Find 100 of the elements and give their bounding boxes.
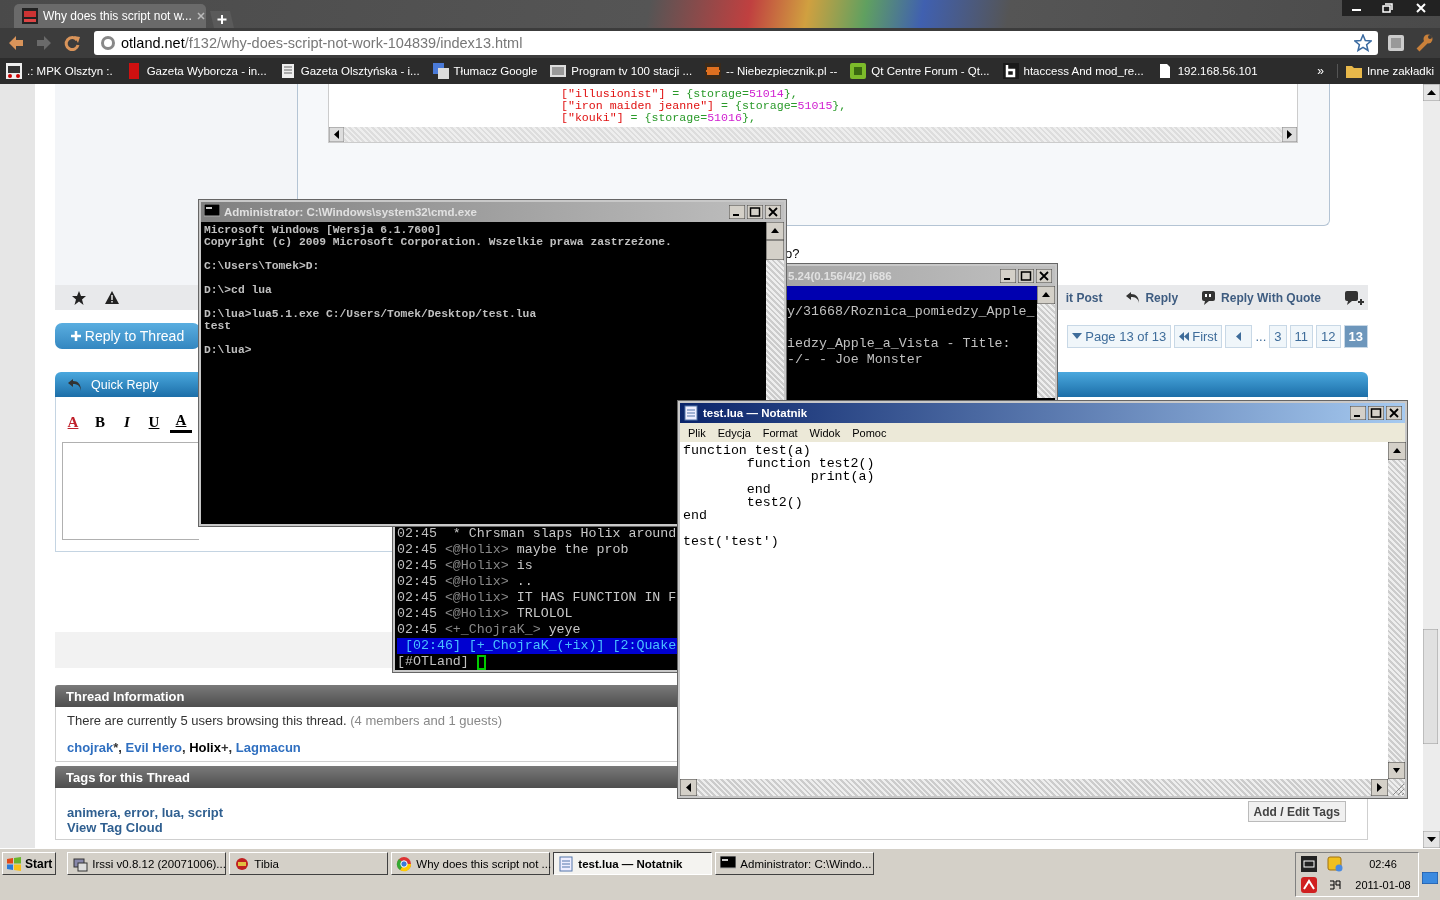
menu-item[interactable]: Format bbox=[762, 426, 798, 439]
console-line: Microsoft Windows [Wersja 6.1.7600] bbox=[204, 224, 442, 236]
chat-line: 02:45 <@Holix> TRLOLOL bbox=[397, 606, 574, 622]
taskbar-button[interactable]: test.lua — Notatnik bbox=[553, 852, 713, 875]
taskbar-button[interactable]: Why does this script not ... bbox=[391, 852, 551, 875]
user-link[interactable]: chojrak bbox=[67, 740, 114, 755]
url-text: otland.net/f132/why-does-script-not-work-104839/index13.html bbox=[121, 35, 524, 51]
windows-logo-icon bbox=[6, 855, 22, 872]
keyboard-layout-icon[interactable] bbox=[1329, 879, 1341, 892]
scroll-up-icon[interactable] bbox=[766, 222, 784, 240]
bookmark[interactable]: Gazeta Olsztyńska - i... bbox=[279, 63, 420, 79]
new-tab-icon[interactable] bbox=[210, 11, 234, 28]
post-action-link[interactable]: it Post bbox=[1065, 290, 1108, 305]
star-icon[interactable] bbox=[71, 289, 87, 306]
close-icon[interactable] bbox=[1402, 0, 1440, 16]
console-line: D:\lua> bbox=[204, 344, 252, 356]
ellipsis: ... bbox=[1255, 328, 1267, 344]
bookmark-folder[interactable]: Inne zakładki bbox=[1336, 64, 1434, 78]
scroll-up-icon[interactable] bbox=[1037, 286, 1055, 304]
tag-link[interactable]: lua bbox=[161, 805, 181, 820]
post-action-link[interactable]: Reply bbox=[1125, 290, 1184, 305]
minimize-icon[interactable] bbox=[1342, 0, 1372, 16]
scroll-down-icon[interactable] bbox=[1388, 762, 1405, 779]
format-button[interactable]: A bbox=[62, 411, 84, 433]
console-line: C:\Users\Tomek>D: bbox=[204, 260, 320, 272]
post-action-link[interactable]: Reply With Quote bbox=[1201, 290, 1326, 305]
multi-quote-icon[interactable] bbox=[1344, 289, 1364, 306]
bookmark[interactable]: Program tv 100 stacji ... bbox=[550, 63, 693, 79]
user-link[interactable]: Evil Hero bbox=[125, 740, 182, 755]
bookmark[interactable]: Tłumacz Google bbox=[432, 63, 538, 79]
tag-link[interactable]: script bbox=[187, 805, 224, 820]
bookmark[interactable]: Gazeta Wyborcza - in... bbox=[125, 63, 267, 79]
antivirus-icon[interactable] bbox=[1301, 877, 1317, 894]
scroll-up-icon[interactable] bbox=[1423, 84, 1440, 101]
bookmark-icon bbox=[6, 63, 22, 79]
bookmark-icon bbox=[550, 63, 567, 79]
menu-item[interactable]: Pomoc bbox=[852, 426, 887, 439]
close-icon[interactable] bbox=[1386, 406, 1402, 420]
scroll-down-icon[interactable] bbox=[1423, 831, 1440, 848]
tag-link[interactable]: animera bbox=[67, 805, 117, 820]
tag-cloud-link[interactable]: View Tag Cloud bbox=[67, 820, 224, 835]
warning-icon[interactable] bbox=[105, 291, 119, 304]
bookmark[interactable]: 192.168.56.101 bbox=[1156, 63, 1258, 79]
browser-tab[interactable]: Why does this script not w... bbox=[14, 4, 206, 28]
address-bar[interactable]: otland.net/f132/why-does-script-not-work-104839/index13.html bbox=[94, 31, 1378, 55]
overflow-chevron[interactable]: » bbox=[1317, 64, 1324, 78]
page-link[interactable]: 11 bbox=[1289, 324, 1314, 348]
separator-text: , bbox=[116, 805, 122, 820]
page-selector[interactable]: Page 13 of 13 bbox=[1067, 324, 1172, 348]
code-line: ["illusionist"] = {storage=51014}, bbox=[561, 88, 799, 100]
taskbar-button[interactable]: Tibia bbox=[229, 852, 389, 875]
star-icon[interactable] bbox=[1354, 34, 1372, 52]
bookmark[interactable]: htaccess And mod_re... bbox=[1002, 63, 1144, 79]
bookmark-icon bbox=[279, 63, 296, 79]
chat-line: iedzy_Apple_a_Vista - Title: bbox=[787, 336, 1012, 352]
tag-link[interactable]: error bbox=[124, 805, 155, 820]
page-link[interactable]: 12 bbox=[1316, 324, 1341, 348]
message-field[interactable] bbox=[62, 442, 199, 540]
reply-icon bbox=[67, 377, 83, 392]
format-button[interactable]: B bbox=[89, 411, 111, 433]
maximize-icon[interactable] bbox=[1368, 406, 1384, 420]
reload-icon[interactable] bbox=[62, 33, 82, 53]
tibia-icon bbox=[234, 855, 251, 872]
bookmark[interactable]: Qt Centre Forum - Qt... bbox=[850, 63, 990, 79]
bookmark[interactable]: .: MPK Olsztyn :. bbox=[6, 63, 113, 79]
separator-text: , bbox=[154, 805, 160, 820]
browser-icon bbox=[396, 855, 413, 872]
edit-tags-button[interactable]: Add / Edit Tags bbox=[1247, 801, 1346, 822]
format-button[interactable]: U bbox=[143, 411, 165, 433]
wrench-icon[interactable] bbox=[1414, 33, 1434, 53]
bookmark[interactable]: -- Niebezpiecznik.pl -- bbox=[705, 63, 838, 79]
taskbar-button[interactable]: Administrator: C:\Windo... bbox=[715, 852, 875, 875]
user-link[interactable]: Lagmacun bbox=[235, 740, 301, 755]
console-line: test bbox=[204, 320, 232, 332]
console-line: D:\lua>lua5.1.exe C:/Users/Tomek/Desktop/test.lua bbox=[204, 308, 537, 320]
scroll-up-icon[interactable] bbox=[1388, 442, 1406, 460]
scroll-right-icon[interactable] bbox=[1371, 779, 1388, 796]
page-action-icon[interactable] bbox=[1386, 33, 1406, 53]
first-page-link[interactable]: First bbox=[1174, 324, 1223, 348]
scroll-thumb-icon[interactable] bbox=[766, 240, 784, 260]
bookmark-icon bbox=[850, 63, 867, 79]
menu-item[interactable]: Plik bbox=[688, 426, 706, 439]
plus-icon bbox=[70, 331, 81, 341]
text-cursor bbox=[476, 654, 486, 670]
minimize-icon[interactable] bbox=[1350, 406, 1366, 420]
scroll-right-icon[interactable] bbox=[1282, 127, 1297, 142]
page-link[interactable]: 3 bbox=[1269, 324, 1287, 348]
scroll-left-icon[interactable] bbox=[329, 127, 344, 142]
taskbar-button[interactable]: Irssi v0.8.12 (20071006)... bbox=[67, 852, 227, 875]
menu-item[interactable]: Widok bbox=[809, 426, 841, 439]
window-title: test.lua — Notatnik bbox=[703, 407, 809, 419]
format-button[interactable]: A bbox=[170, 411, 192, 433]
tray-app-icon[interactable] bbox=[1301, 855, 1317, 872]
separator-text: , bbox=[181, 740, 187, 755]
menu-item[interactable]: Edycja bbox=[717, 426, 751, 439]
previous-page-button[interactable] bbox=[1225, 324, 1253, 348]
start-button[interactable]: Start bbox=[2, 852, 57, 875]
scroll-left-icon[interactable] bbox=[680, 779, 697, 796]
format-button[interactable]: I bbox=[116, 411, 138, 433]
irssi-icon bbox=[72, 855, 89, 872]
